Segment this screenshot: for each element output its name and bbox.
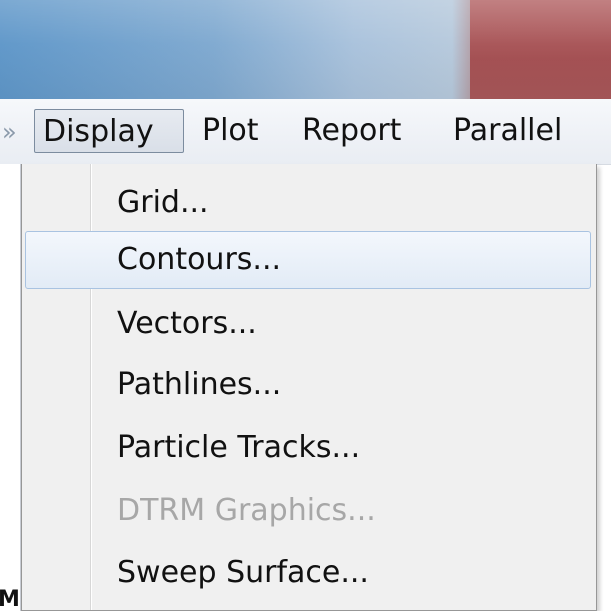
- menu-item-label: Particle Tracks...: [117, 430, 361, 465]
- menu-item-grid[interactable]: Grid...: [25, 174, 591, 232]
- canvas-text-fragment: M: [0, 587, 20, 611]
- menu-item-dtrm-graphics: DTRM Graphics...: [25, 482, 591, 540]
- menu-item-label: Grid...: [117, 185, 209, 220]
- menu-item-label: Pathlines...: [117, 367, 282, 402]
- menu-parallel[interactable]: Parallel: [445, 109, 605, 153]
- application-window: » Display Plot Report Parallel M Grid...…: [0, 0, 611, 611]
- menu-display[interactable]: Display: [34, 109, 184, 153]
- close-window-button[interactable]: [470, 0, 611, 99]
- menu-item-sweep-surface[interactable]: Sweep Surface...: [25, 544, 591, 602]
- menu-item-pathlines[interactable]: Pathlines...: [25, 356, 591, 414]
- window-title-bar: [0, 0, 611, 99]
- menu-item-label: Contours...: [117, 242, 282, 277]
- menu-item-contours[interactable]: Contours...: [25, 231, 591, 289]
- display-dropdown-menu: Grid... Contours... Vectors... Pathlines…: [21, 164, 597, 611]
- menu-item-vectors[interactable]: Vectors...: [25, 295, 591, 353]
- menu-plot[interactable]: Plot: [194, 109, 284, 153]
- menu-bar: » Display Plot Report Parallel: [0, 99, 611, 165]
- graphics-canvas: M: [0, 164, 21, 611]
- menu-report[interactable]: Report: [294, 109, 434, 153]
- menu-item-label: Sweep Surface...: [117, 555, 369, 590]
- menu-overflow-chevron-icon[interactable]: »: [2, 117, 17, 147]
- menu-item-particle-tracks[interactable]: Particle Tracks...: [25, 419, 591, 477]
- menu-item-label: DTRM Graphics...: [117, 493, 376, 528]
- menu-item-label: Vectors...: [117, 306, 257, 341]
